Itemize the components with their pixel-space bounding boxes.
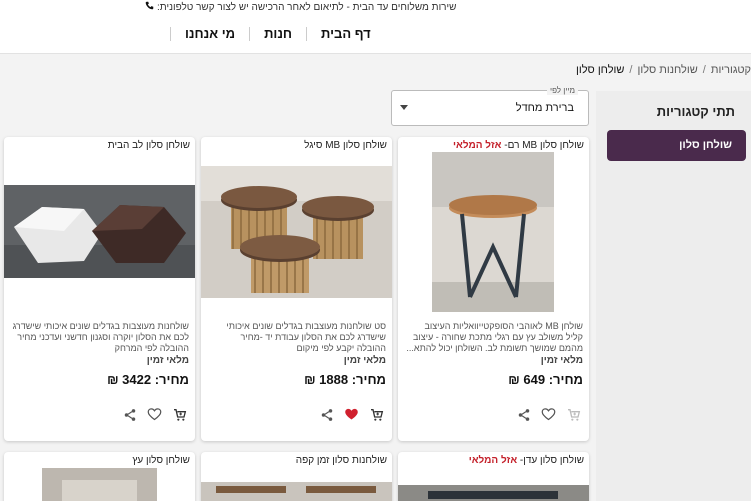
product-card[interactable]: שולחן סלון לב הבית שולחנות מעוצבות בגדלי… <box>4 137 195 441</box>
product-image[interactable] <box>432 152 554 312</box>
product-card[interactable]: שולחנות סלון זמן קפה <box>201 452 392 501</box>
nav-item-shop[interactable]: חנות <box>249 26 306 41</box>
product-actions <box>120 405 189 424</box>
product-name: שולחן סלון עדן- <box>519 455 584 466</box>
announcement: שירות משלוחים עד הבית - לתיאום לאחר הרכי… <box>145 1 456 13</box>
nav-item-home[interactable]: דף הבית <box>306 26 385 41</box>
product-image[interactable] <box>42 468 157 501</box>
product-title[interactable]: שולחן סלון MB סיגל <box>304 140 387 151</box>
sort-label: מיין לפי <box>547 86 578 95</box>
stock-status: מלאי זמין <box>343 355 386 366</box>
breadcrumb: קטגוריות / שולחנות סלון / שולחן סלון <box>576 64 751 76</box>
product-description: סט שולחנות מעוצבות בגדלים שונים איכותי ש… <box>226 321 386 353</box>
product-price: מחיר: 1888 ₪ <box>304 372 386 387</box>
stock-status: מלאי זמין <box>540 355 583 366</box>
heart-filled-icon[interactable] <box>342 405 361 424</box>
product-title[interactable]: שולחן סלון לב הבית <box>108 140 190 151</box>
product-title[interactable]: שולחנות סלון זמן קפה <box>296 455 387 466</box>
product-description: שולחן MB לאוהבי הסופקטייוואליות העיצוב ק… <box>406 321 583 353</box>
sidebar-title: תתי קטגוריות <box>656 104 735 119</box>
main-nav: דף הבית חנות מי אנחנו <box>170 13 385 54</box>
sold-out-badge: אזל המלאי <box>468 455 518 466</box>
product-image[interactable] <box>201 482 392 501</box>
breadcrumb-item-living-room-tables[interactable]: שולחנות סלון <box>637 64 697 76</box>
share-icon[interactable] <box>514 405 533 424</box>
product-image[interactable] <box>201 166 392 298</box>
phone-icon[interactable] <box>145 1 154 13</box>
product-description: שולחנות מעוצבות בגדלים שונים איכותי שישד… <box>12 321 189 353</box>
product-card[interactable]: שולחן סלון עדן- אזל המלאי <box>398 452 589 501</box>
product-name: שולחן סלון עץ <box>132 455 190 466</box>
breadcrumb-separator: / <box>702 64 706 76</box>
nav-item-about[interactable]: מי אנחנו <box>170 26 249 41</box>
sort-select[interactable]: מיין לפי ברירת מחדל <box>391 86 589 126</box>
product-title[interactable]: שולחן סלון עץ <box>132 455 190 466</box>
breadcrumb-item-current: שולחן סלון <box>576 64 625 76</box>
product-name: שולחנות סלון זמן קפה <box>295 455 387 466</box>
share-icon[interactable] <box>120 405 139 424</box>
announcement-bar: שירות משלוחים עד הבית - לתיאום לאחר הרכי… <box>0 0 751 13</box>
product-image[interactable] <box>398 485 589 501</box>
product-card[interactable]: שולחן סלון עץ <box>4 452 195 501</box>
breadcrumb-item-categories[interactable]: קטגוריות <box>711 64 751 76</box>
add-to-cart-icon[interactable] <box>564 405 583 424</box>
announcement-text: שירות משלוחים עד הבית - לתיאום לאחר הרכי… <box>157 1 457 13</box>
breadcrumb-separator: / <box>629 64 633 76</box>
product-card[interactable]: שולחן סלון MB סיגל סט שולחנות מעוצבות בג… <box>201 137 392 441</box>
product-name: שולחן סלון לב הבית <box>107 140 190 151</box>
heart-icon[interactable] <box>145 405 164 424</box>
sidebar-category-living-room-table[interactable]: שולחן סלון <box>607 130 746 161</box>
site-header: דף הבית חנות מי אנחנו <box>0 13 751 54</box>
sold-out-badge: אזל המלאי <box>453 140 502 151</box>
product-name: שולחן סלון MB סיגל <box>304 140 387 151</box>
product-title[interactable]: שולחן סלון MB רם- אזל המלאי <box>453 140 584 151</box>
product-price: מחיר: 649 ₪ <box>508 372 583 387</box>
product-title[interactable]: שולחן סלון עדן- אזל המלאי <box>469 455 584 466</box>
product-card[interactable]: שולחן סלון MB רם- אזל המלאי שולחן MB לאו… <box>398 137 589 441</box>
add-to-cart-icon[interactable] <box>170 405 189 424</box>
product-name: שולחן סלון MB רם- <box>504 140 584 151</box>
chevron-down-icon <box>400 105 408 110</box>
sort-value: ברירת מחדל <box>515 102 574 114</box>
sidebar: תתי קטגוריות שולחן סלון <box>596 91 751 501</box>
stock-status: מלאי זמין <box>146 355 189 366</box>
product-price: מחיר: 3422 ₪ <box>107 372 189 387</box>
heart-icon[interactable] <box>539 405 558 424</box>
product-image[interactable] <box>4 185 195 278</box>
product-actions <box>317 405 386 424</box>
share-icon[interactable] <box>317 405 336 424</box>
add-to-cart-icon[interactable] <box>367 405 386 424</box>
product-actions <box>514 405 583 424</box>
